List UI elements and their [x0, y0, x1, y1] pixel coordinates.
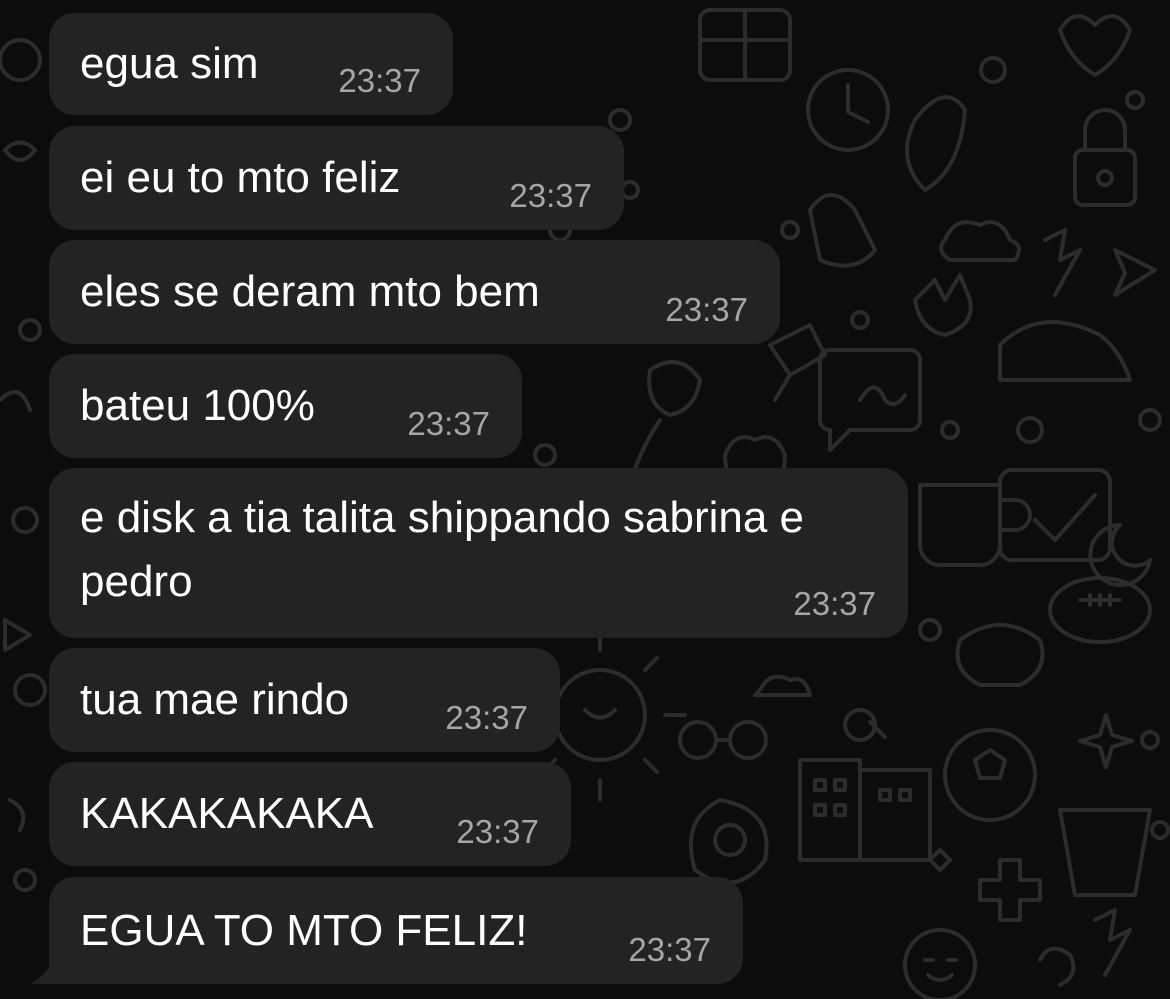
lightning-icon — [1043, 228, 1082, 297]
sun-icon — [553, 668, 647, 762]
egg-icon — [688, 798, 769, 885]
chat-icon — [818, 348, 922, 452]
message-timestamp: 23:37 — [456, 813, 539, 850]
cross-icon — [978, 858, 1042, 922]
message-text: e disk a tia talita shippando sabrina e … — [80, 493, 805, 606]
message-timestamp: 23:37 — [338, 62, 421, 99]
building-icon — [798, 758, 862, 862]
mug-icon — [918, 483, 1032, 567]
message-timestamp: 23:37 — [665, 291, 748, 328]
lightning-icon — [1093, 908, 1132, 977]
rock-hand-icon — [913, 273, 973, 337]
hand-icon — [808, 193, 877, 268]
message-text: KAKAKAKAKA — [80, 789, 374, 838]
paperplane-icon — [1113, 248, 1157, 297]
chat-view[interactable]: egua sim 23:37 ei eu to mto feliz 23:37 … — [0, 0, 1170, 999]
message-timestamp: 23:37 — [509, 177, 592, 214]
check-icon — [1033, 493, 1097, 542]
message-timestamp: 23:37 — [407, 405, 490, 442]
message-text: bateu 100% — [80, 381, 315, 430]
message-text: egua sim — [80, 39, 259, 88]
face-icon — [903, 928, 977, 999]
gift-icon — [698, 8, 792, 82]
search-icon — [843, 708, 887, 742]
pin-icon — [768, 323, 827, 402]
message-text: ei eu to mto feliz — [80, 153, 401, 202]
pot-icon — [1058, 808, 1152, 897]
message-timestamp: 23:37 — [628, 931, 711, 968]
message-bubble[interactable]: egua sim 23:37 — [49, 13, 453, 115]
message-timestamp: 23:37 — [445, 699, 528, 736]
lock-icon — [1083, 108, 1127, 152]
cloud-icon — [753, 674, 812, 697]
glasses-icon — [678, 720, 768, 760]
moon-icon — [1088, 523, 1152, 587]
message-bubble[interactable]: bateu 100% 23:37 — [49, 354, 522, 458]
message-bubble[interactable]: e disk a tia talita shippando sabrina e … — [49, 468, 908, 638]
cloud-icon — [939, 220, 1021, 262]
sparkle-icon — [1078, 713, 1134, 769]
message-bubble[interactable]: ei eu to mto feliz 23:37 — [49, 126, 624, 230]
corn-icon — [905, 95, 967, 192]
message-bubble[interactable]: tua mae rindo 23:37 — [49, 648, 560, 752]
message-bubble[interactable]: KAKAKAKAKA 23:37 — [49, 762, 571, 866]
message-bubble[interactable]: eles se deram mto bem 23:37 — [49, 240, 780, 344]
cap-icon — [998, 320, 1132, 382]
heart-icon — [1058, 14, 1132, 77]
message-timestamp: 23:37 — [793, 585, 876, 622]
football-icon — [1048, 576, 1152, 644]
turtle-icon — [955, 623, 1045, 687]
flower-icon — [928, 848, 952, 872]
message-text: EGUA TO MTO FELIZ! — [80, 905, 528, 955]
message-text: eles se deram mto bem — [80, 267, 540, 316]
message-text: tua mae rindo — [80, 675, 350, 724]
soccer-ball-icon — [943, 728, 1037, 822]
message-bubble[interactable]: EGUA TO MTO FELIZ! 23:37 — [49, 877, 743, 984]
